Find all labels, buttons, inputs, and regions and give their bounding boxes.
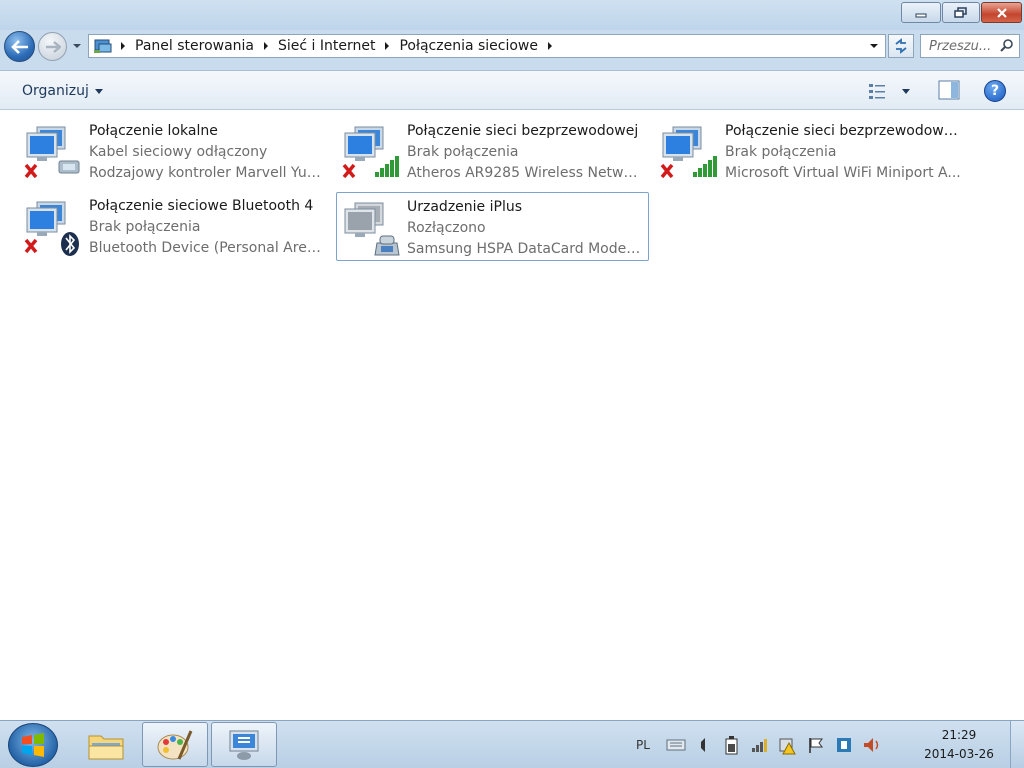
- command-bar: Organizuj ?: [0, 70, 1024, 110]
- battery-icon[interactable]: [721, 734, 743, 756]
- paint-icon: [157, 729, 193, 760]
- restore-icon: [954, 6, 967, 18]
- breadcrumb-item-network-internet[interactable]: Sieć i Internet: [274, 38, 379, 54]
- close-button[interactable]: [981, 2, 1022, 23]
- keyboard-icon[interactable]: [665, 734, 687, 756]
- taskbar-network-connections-button[interactable]: [211, 722, 277, 767]
- breadcrumb-separator-icon[interactable]: [258, 35, 274, 57]
- connection-device: Samsung HSPA DataCard Modem...: [407, 241, 645, 257]
- network-connections-icon: [229, 730, 259, 760]
- organize-button[interactable]: Organizuj: [14, 79, 111, 103]
- network-signal-icon[interactable]: [749, 734, 771, 756]
- organize-label: Organizuj: [22, 83, 89, 99]
- chevron-down-icon[interactable]: [902, 88, 910, 94]
- connections-list: Połączenie lokalne Kabel sieciowy odłącz…: [0, 110, 1024, 720]
- wireless-connection-icon: [660, 126, 717, 179]
- refresh-button[interactable]: [888, 34, 914, 58]
- modem-connection-icon: [344, 202, 400, 256]
- change-view-button[interactable]: [868, 79, 918, 103]
- connection-device: Microsoft Virtual WiFi Miniport A...: [725, 165, 961, 181]
- clock-time: 21:29: [941, 728, 977, 742]
- connection-item-wireless[interactable]: Połączenie sieci bezprzewodowej Brak poł…: [336, 116, 649, 185]
- sound-device-icon[interactable]: [693, 734, 715, 756]
- connection-details: Połączenie sieciowe Bluetooth 4 Brak poł…: [89, 196, 327, 259]
- connection-device: Atheros AR9285 Wireless Network...: [407, 165, 645, 181]
- taskbar: PL 21:29 2014-03-26: [0, 720, 1024, 768]
- connection-item-bluetooth[interactable]: Połączenie sieciowe Bluetooth 4 Brak poł…: [18, 191, 331, 260]
- navigation-row: Panel sterowania Sieć i Internet Połącze…: [0, 30, 1024, 64]
- connection-item-iplus[interactable]: Urzadzenie iPlus Rozłączono Samsung HSPA…: [336, 192, 649, 261]
- taskbar-paint-button[interactable]: [142, 722, 208, 767]
- close-icon: [996, 7, 1007, 18]
- forward-button[interactable]: [38, 32, 67, 61]
- connection-name: Urzadzenie iPlus: [407, 199, 522, 215]
- connection-name: Połączenie sieci bezprzewodowej: [407, 123, 639, 139]
- volume-icon[interactable]: [861, 734, 883, 756]
- chevron-down-icon: [94, 88, 103, 94]
- forward-arrow-icon: [45, 40, 61, 53]
- connection-item-local[interactable]: Połączenie lokalne Kabel sieciowy odłącz…: [18, 116, 331, 185]
- connection-status: Brak połączenia: [89, 219, 201, 235]
- show-desktop-button[interactable]: [1010, 721, 1024, 768]
- address-dropdown-button[interactable]: [867, 38, 881, 54]
- connection-status: Kabel sieciowy odłączony: [89, 144, 268, 160]
- search-box[interactable]: [920, 34, 1020, 58]
- breadcrumb-item-network-connections[interactable]: Połączenia sieciowe: [395, 38, 542, 54]
- breadcrumb-item-control-panel[interactable]: Panel sterowania: [131, 38, 258, 54]
- connection-name: Połączenie sieciowe Bluetooth 4: [89, 198, 314, 214]
- chevron-down-icon: [73, 44, 81, 48]
- taskbar-explorer-button[interactable]: [73, 722, 139, 767]
- search-input[interactable]: [921, 36, 999, 56]
- connection-name: Połączenie sieci bezprzewodowej 2: [725, 123, 963, 139]
- preview-pane-icon[interactable]: [938, 80, 960, 100]
- windows-logo-icon: [22, 733, 44, 757]
- search-icon[interactable]: [999, 38, 1015, 54]
- title-bar[interactable]: [0, 0, 1024, 30]
- security-shield-icon[interactable]: [833, 734, 855, 756]
- bluetooth-connection-icon: [24, 201, 79, 256]
- refresh-icon: [895, 38, 907, 54]
- recent-pages-button[interactable]: [71, 40, 83, 52]
- breadcrumb-separator-icon[interactable]: [542, 35, 558, 57]
- wireless-connection-icon: [342, 126, 399, 179]
- system-tray: PL: [636, 721, 886, 768]
- minimize-button[interactable]: [901, 2, 941, 23]
- breadcrumb: Panel sterowania Sieć i Internet Połącze…: [115, 35, 558, 57]
- folder-icon: [88, 735, 124, 759]
- back-arrow-icon: [10, 39, 28, 54]
- connection-device: Bluetooth Device (Personal Area ...: [89, 240, 327, 256]
- start-button[interactable]: [8, 723, 58, 767]
- connection-name: Połączenie lokalne: [89, 123, 218, 139]
- connection-details: Połączenie lokalne Kabel sieciowy odłącz…: [89, 121, 327, 184]
- help-icon[interactable]: ?: [984, 80, 1006, 102]
- minimize-icon: [915, 13, 927, 17]
- chevron-down-icon: [870, 44, 878, 48]
- clock[interactable]: 21:29 2014-03-26: [912, 726, 1006, 764]
- ethernet-connection-icon: [24, 126, 80, 179]
- clock-date: 2014-03-26: [924, 747, 994, 761]
- breadcrumb-separator-icon[interactable]: [379, 35, 395, 57]
- connection-item-wireless-2[interactable]: Połączenie sieci bezprzewodowej 2 Brak p…: [654, 116, 967, 185]
- action-center-flag-icon[interactable]: [805, 734, 827, 756]
- breadcrumb-separator-icon[interactable]: [115, 35, 131, 57]
- connection-device: Rodzajowy kontroler Marvell Yuko...: [89, 165, 327, 181]
- network-warning-icon[interactable]: [777, 734, 799, 756]
- connection-details: Urzadzenie iPlus Rozłączono Samsung HSPA…: [407, 197, 645, 260]
- language-indicator[interactable]: PL: [636, 738, 650, 752]
- explorer-window: Panel sterowania Sieć i Internet Połącze…: [0, 0, 1024, 720]
- back-button[interactable]: [4, 31, 35, 62]
- connection-status: Rozłączono: [407, 220, 486, 236]
- connection-status: Brak połączenia: [407, 144, 519, 160]
- address-bar[interactable]: Panel sterowania Sieć i Internet Połącze…: [88, 34, 886, 58]
- connection-details: Połączenie sieci bezprzewodowej Brak poł…: [407, 121, 645, 184]
- connection-details: Połączenie sieci bezprzewodowej 2 Brak p…: [725, 121, 963, 184]
- view-options-icon: [869, 84, 885, 99]
- control-panel-icon: [94, 39, 112, 53]
- restore-button[interactable]: [942, 2, 980, 23]
- connection-status: Brak połączenia: [725, 144, 837, 160]
